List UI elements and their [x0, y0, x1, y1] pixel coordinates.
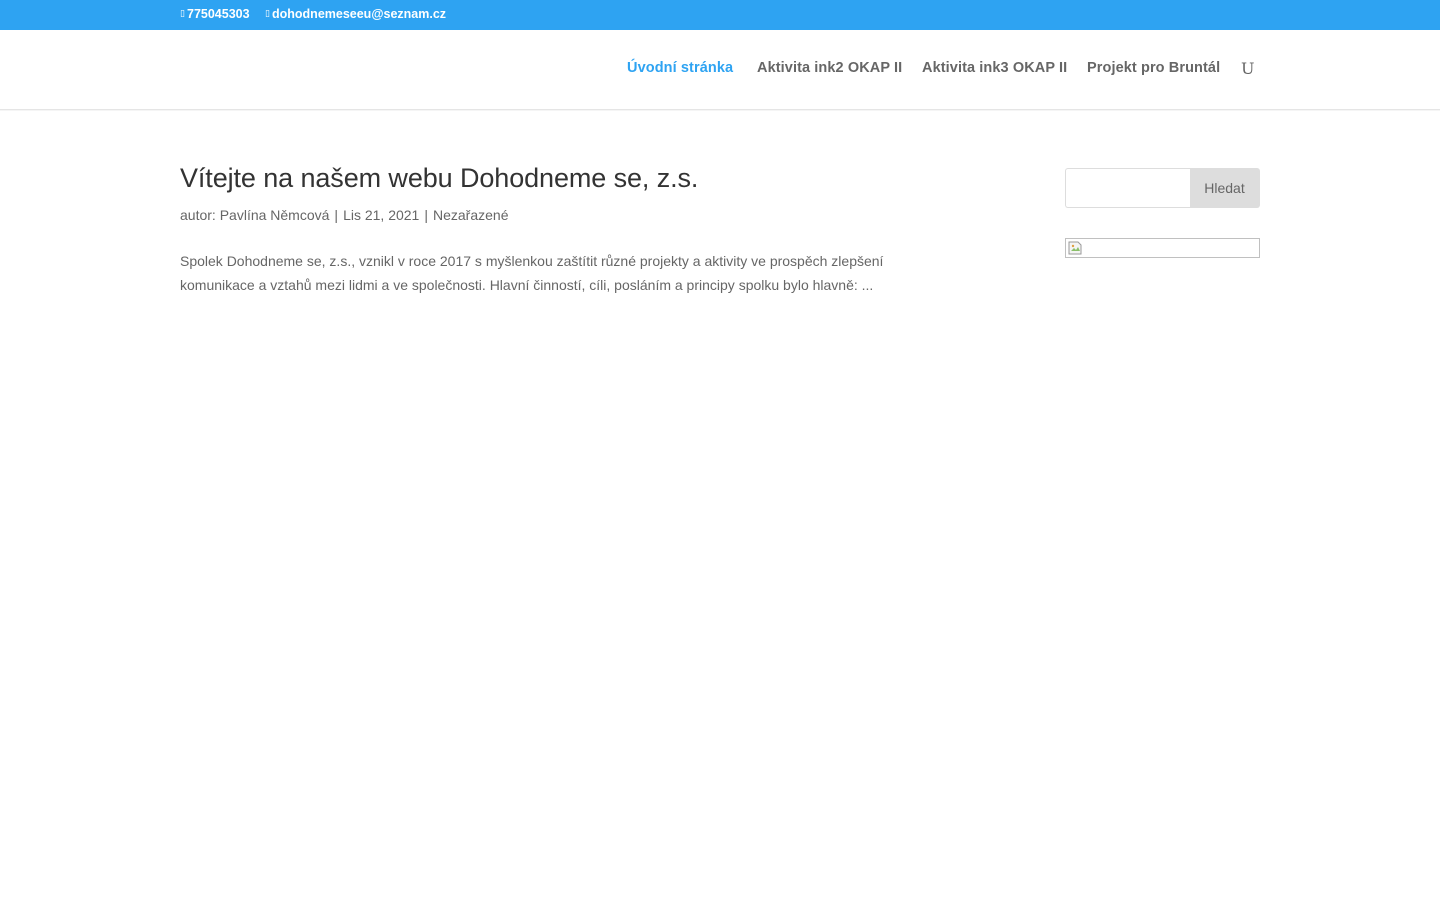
- search-icon[interactable]: U: [1241, 61, 1254, 77]
- nav-item-aktivita-ink3[interactable]: Aktivita ink3 OKAP II: [922, 60, 1067, 76]
- post-meta: autor: Pavlína Němcová | Lis 21, 2021 | Neza…: [180, 207, 509, 223]
- search-button[interactable]: Hledat: [1190, 168, 1260, 208]
- phone-link[interactable]: ▯ 775045303: [180, 7, 250, 21]
- author-link[interactable]: Pavlína Němcová: [220, 207, 330, 223]
- category-link[interactable]: Nezařazené: [433, 207, 509, 223]
- phone-icon: ▯: [180, 8, 185, 19]
- main-navigation: Úvodní stránka Aktivita ink2 OKAP II Akt…: [0, 30, 1440, 110]
- meta-separator: |: [424, 207, 428, 223]
- phone-number: 775045303: [187, 7, 250, 21]
- top-contact-bar: ▯ 775045303 ▯ dohodnemeseeu@seznam.cz: [0, 0, 1440, 30]
- mail-icon: ▯: [265, 8, 270, 19]
- search-input[interactable]: [1065, 168, 1190, 208]
- post-title[interactable]: Vítejte na našem webu Dohodneme se, z.s.: [180, 163, 698, 194]
- sidebar-search-form: Hledat: [1065, 168, 1260, 208]
- meta-separator: |: [334, 207, 339, 223]
- nav-item-projekt-bruntal[interactable]: Projekt pro Bruntál: [1087, 60, 1220, 76]
- site-header: Úvodní stránka Aktivita ink2 OKAP II Akt…: [0, 30, 1440, 110]
- nav-item-aktivita-ink2[interactable]: Aktivita ink2 OKAP II: [757, 60, 902, 76]
- email-link[interactable]: ▯ dohodnemeseeu@seznam.cz: [265, 7, 446, 21]
- sidebar-image: [1065, 238, 1260, 258]
- post-date: Lis 21, 2021: [343, 207, 420, 223]
- meta-author-prefix: autor:: [180, 207, 220, 223]
- post-excerpt: Spolek Dohodneme se, z.s., vznikl v roce…: [180, 253, 884, 293]
- nav-item-uvodni-stranka[interactable]: Úvodní stránka: [627, 60, 733, 76]
- email-address: dohodnemeseeu@seznam.cz: [272, 7, 447, 21]
- broken-image-icon: [1068, 241, 1082, 255]
